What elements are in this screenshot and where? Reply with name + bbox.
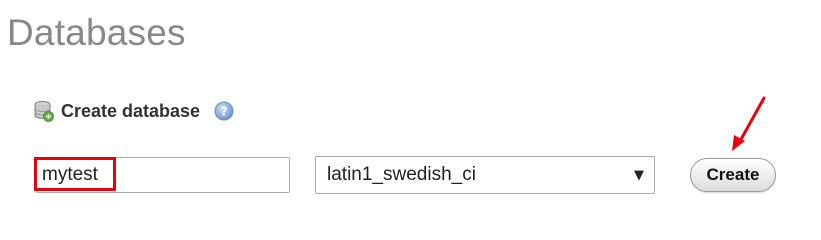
database-add-icon (34, 100, 54, 122)
chevron-down-icon: ▼ (634, 167, 644, 183)
create-button[interactable]: Create (690, 158, 776, 192)
create-database-header: Create database ? (34, 100, 234, 122)
page-title: Databases (7, 12, 186, 53)
help-question-icon[interactable]: ? (214, 101, 234, 121)
svg-text:?: ? (221, 105, 228, 119)
collation-selected-value: latin1_swedish_ci (327, 164, 476, 185)
arrow-annotation-icon (732, 96, 766, 151)
create-database-label: Create database (61, 100, 201, 121)
databases-page: Databases Create database ? mytest latin… (0, 0, 821, 216)
database-name-input[interactable] (36, 157, 290, 193)
collation-select[interactable]: latin1_swedish_ci ▼ (315, 156, 655, 194)
